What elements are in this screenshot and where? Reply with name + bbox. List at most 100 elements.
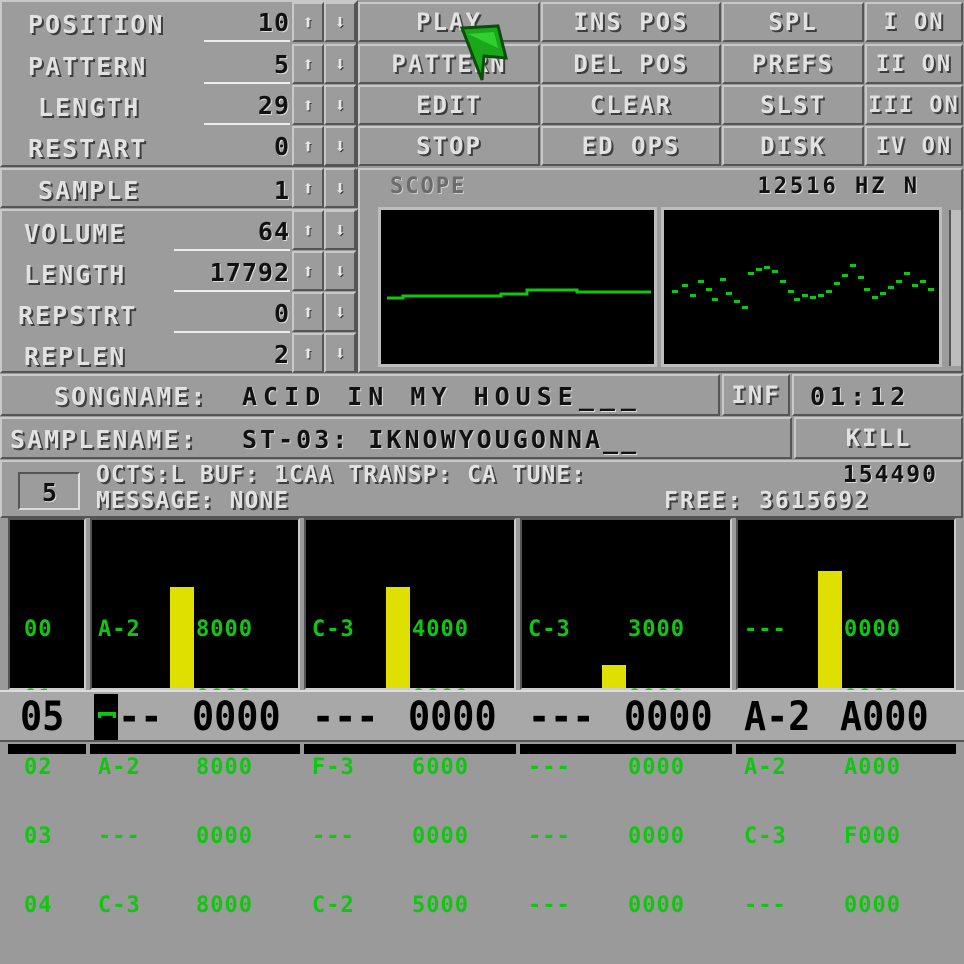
sample-length-value: 17792 <box>174 260 290 292</box>
sample-down-button[interactable]: ⬇ <box>324 168 356 208</box>
play-time-value: 01:12 <box>810 382 911 411</box>
ins-pos-button[interactable]: INS POS <box>541 2 721 42</box>
pattern-value: 5 <box>204 52 290 84</box>
effect-cell: 0000 <box>844 617 901 642</box>
note-cell: F-3 <box>312 755 355 780</box>
effect-cell: 0000 <box>196 824 253 849</box>
restart-value: 0 <box>273 132 290 161</box>
next-row-strip <box>8 744 86 754</box>
play-button[interactable]: PLAY <box>358 2 540 42</box>
effect-cell: 5000 <box>412 893 469 918</box>
current-row-note[interactable]: A-2 <box>744 694 810 740</box>
current-row-effect[interactable]: A000 <box>840 694 929 740</box>
position-up-button[interactable]: ⬆ <box>292 2 324 42</box>
row-number: 04 <box>24 893 53 918</box>
row-number-column: 00 01 02 03 04 <box>8 518 86 917</box>
volume-up-button[interactable]: ⬆ <box>292 210 324 250</box>
track-3[interactable]: C-3 --- --- --- --- 3000 0000 0000 0000 … <box>520 518 732 917</box>
effect-cell: 8000 <box>196 893 253 918</box>
row-number: 03 <box>24 824 53 849</box>
effect-cell: 0000 <box>412 824 469 849</box>
current-row-note[interactable]: --- <box>528 694 594 740</box>
note-cell: A-2 <box>98 617 141 642</box>
octave-box[interactable]: 5 <box>18 472 80 510</box>
volume-value: 64 <box>174 219 290 251</box>
scope-right-trace <box>672 264 934 309</box>
current-row-number: 05 <box>20 694 65 740</box>
note-cell: A-2 <box>98 755 141 780</box>
track-4-effects: 0000 0000 A000 F000 0000 <box>844 572 901 963</box>
channel-2-toggle[interactable]: II ON <box>865 44 963 84</box>
replen-up-button[interactable]: ⬆ <box>292 333 324 373</box>
effect-cell: 0000 <box>844 893 901 918</box>
next-row-strip <box>520 744 732 754</box>
del-pos-button[interactable]: DEL POS <box>541 44 721 84</box>
position-label: POSITION <box>28 10 165 39</box>
pattern-button[interactable]: PATTERN <box>358 44 540 84</box>
note-cell: C-2 <box>312 893 355 918</box>
effect-cell: 8000 <box>196 617 253 642</box>
replen-label: REPLEN <box>24 342 127 371</box>
edit-button[interactable]: EDIT <box>358 85 540 125</box>
volume-label: VOLUME <box>24 219 127 248</box>
length-up-button[interactable]: ⬆ <box>292 85 324 125</box>
effect-cell: A000 <box>844 755 901 780</box>
pattern-down-button[interactable]: ⬇ <box>324 44 356 84</box>
channel-1-toggle[interactable]: I ON <box>865 2 963 42</box>
track-4-level-bar <box>818 571 842 688</box>
clear-button[interactable]: CLEAR <box>541 85 721 125</box>
prefs-button[interactable]: PREFS <box>722 44 864 84</box>
message-line: MESSAGE: NONE <box>96 488 290 514</box>
note-cell: --- <box>98 824 141 849</box>
stop-button[interactable]: STOP <box>358 126 540 166</box>
current-row-effect[interactable]: 0000 <box>408 694 497 740</box>
track-2[interactable]: C-3 --- F-3 --- C-2 4000 0000 6000 0000 … <box>304 518 516 917</box>
disk-button[interactable]: DISK <box>722 126 864 166</box>
effect-cell: F000 <box>844 824 901 849</box>
replen-down-button[interactable]: ⬇ <box>324 333 356 373</box>
samplename-field[interactable]: SAMPLENAME: ST-03: IKNOWYOUGONNA__ <box>0 417 792 459</box>
pattern-up-button[interactable]: ⬆ <box>292 44 324 84</box>
track-1-effects: 8000 0000 8000 0000 8000 <box>196 572 253 963</box>
channel-4-toggle[interactable]: IV ON <box>865 126 963 166</box>
position-down-button[interactable]: ⬇ <box>324 2 356 42</box>
current-row-effect[interactable]: 0000 <box>624 694 713 740</box>
note-cell: C-3 <box>744 824 787 849</box>
sample-up-button[interactable]: ⬆ <box>292 168 324 208</box>
slst-button[interactable]: SLST <box>722 85 864 125</box>
samplename-value[interactable]: ST-03: IKNOWYOUGONNA__ <box>242 427 639 452</box>
sample-length-up-button[interactable]: ⬆ <box>292 251 324 291</box>
note-cell: C-3 <box>312 617 355 642</box>
restart-up-button[interactable]: ⬆ <box>292 126 324 166</box>
row-numbers: 00 01 02 03 04 <box>24 572 81 963</box>
restart-down-button[interactable]: ⬇ <box>324 126 356 166</box>
note-cell: --- <box>312 824 355 849</box>
sample-length-down-button[interactable]: ⬇ <box>324 251 356 291</box>
inf-button[interactable]: INF <box>722 374 790 416</box>
track-4[interactable]: --- --- A-2 C-3 --- 0000 0000 A000 F000 … <box>736 518 956 917</box>
volume-down-button[interactable]: ⬇ <box>324 210 356 250</box>
effect-cell: 0000 <box>628 824 685 849</box>
kill-button[interactable]: KILL <box>794 417 963 459</box>
repstrt-up-button[interactable]: ⬆ <box>292 292 324 332</box>
next-row-strip <box>304 744 516 754</box>
songname-value[interactable]: ACID IN MY HOUSE___ <box>242 384 642 409</box>
repstrt-down-button[interactable]: ⬇ <box>324 292 356 332</box>
next-row-strip <box>736 744 956 754</box>
length-down-button[interactable]: ⬇ <box>324 85 356 125</box>
effect-cell: 4000 <box>412 617 469 642</box>
current-row-note[interactable]: --- <box>96 694 162 740</box>
row-number: 00 <box>24 617 53 642</box>
spl-button[interactable]: SPL <box>722 2 864 42</box>
scope-side-strip <box>949 210 961 366</box>
samplename-label: SAMPLENAME: <box>10 425 198 454</box>
track-3-level-bar <box>602 665 626 688</box>
songname-field[interactable]: SONGNAME: ACID IN MY HOUSE___ <box>0 374 720 416</box>
current-row-effect[interactable]: 0000 <box>192 694 281 740</box>
current-row-note[interactable]: --- <box>312 694 378 740</box>
ed-ops-button[interactable]: ED OPS <box>541 126 721 166</box>
play-time-display: 01:12 <box>792 374 963 416</box>
channel-3-toggle[interactable]: III ON <box>865 85 963 125</box>
repstrt-label: REPSTRT <box>18 301 138 330</box>
track-1[interactable]: A-2 --- A-2 --- C-3 8000 0000 8000 0000 … <box>90 518 300 917</box>
